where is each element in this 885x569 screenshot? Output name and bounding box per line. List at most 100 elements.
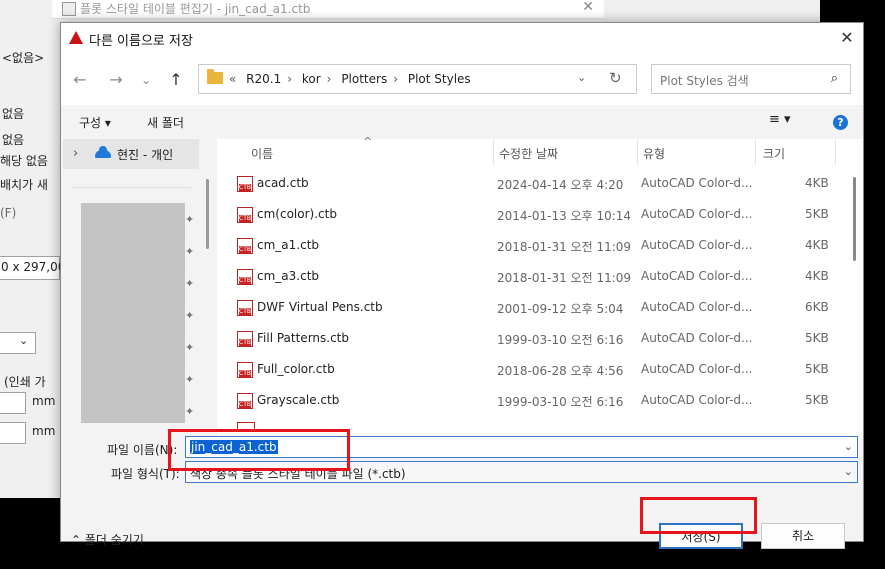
pin-icon[interactable]: ✦: [185, 341, 194, 354]
breadcrumb-item[interactable]: kor: [302, 72, 321, 86]
hide-folders-button[interactable]: ⌃ 폴더 숨기기: [71, 531, 144, 548]
onedrive-icon: [95, 146, 111, 158]
pin-icon[interactable]: ✦: [185, 213, 194, 226]
ctb-file-icon: [237, 362, 253, 378]
pin-icon[interactable]: ✦: [185, 309, 194, 322]
file-modified: 2018-01-31 오전 11:09: [497, 240, 632, 254]
organize-button[interactable]: 구성 ▾: [79, 114, 111, 131]
filetype-value: 색상 종속 플롯 스타일 테이블 파일 (*.ctb): [190, 467, 406, 481]
close-button[interactable]: ✕: [835, 26, 859, 50]
ctb-file-icon: [237, 207, 253, 223]
file-name: Grayscale.ctb: [257, 393, 340, 407]
dialog-title: 다른 이름으로 저장: [89, 34, 193, 49]
view-options-button[interactable]: ≡ ▾: [769, 112, 791, 127]
pin-icon[interactable]: ✦: [185, 277, 194, 290]
file-list: 이름 ^ 수정한 날짜 유형 크기 acad.ctb 2024-04-14 오후…: [217, 135, 863, 439]
bg-text: (F): [0, 206, 17, 220]
pin-icon[interactable]: ✦: [185, 245, 194, 258]
expand-icon[interactable]: ›: [73, 146, 78, 161]
bg-field[interactable]: [0, 422, 26, 444]
file-name: DWF Virtual Pens.ctb: [257, 300, 383, 314]
file-row[interactable]: cm_a1.ctb 2018-01-31 오전 11:09 AutoCAD Co…: [217, 231, 837, 262]
bg-text: 배치가 새: [0, 178, 48, 192]
nav-item-onedrive[interactable]: › 현진 - 개인: [63, 139, 199, 169]
breadcrumb-item[interactable]: Plotters: [341, 72, 387, 86]
file-row[interactable]: DWF Virtual Pens.ctb 2001-09-12 오후 5:04 …: [217, 293, 837, 324]
search-icon[interactable]: ⌕: [831, 71, 838, 86]
address-dropdown-button[interactable]: ⌄: [577, 71, 586, 84]
search-input[interactable]: Plot Styles 검색 ⌕: [651, 64, 851, 94]
file-size: 4KB: [805, 176, 829, 190]
column-header-modified[interactable]: 수정한 날짜: [499, 145, 558, 162]
file-row[interactable]: cm(color).ctb 2014-01-13 오후 10:14 AutoCA…: [217, 200, 837, 231]
nav-scrollbar[interactable]: [206, 179, 209, 249]
pin-icon[interactable]: ✦: [185, 373, 194, 386]
refresh-button[interactable]: ↻: [609, 69, 622, 87]
file-row[interactable]: Grayscale.ctb 1999-03-10 오전 6:16 AutoCAD…: [217, 386, 837, 417]
forward-button[interactable]: →: [105, 69, 127, 91]
file-size: 4KB: [805, 238, 829, 252]
bg-dropdown[interactable]: ⌄: [0, 332, 36, 354]
file-row[interactable]: cm_a3.ctb 2018-01-31 오전 11:09 AutoCAD Co…: [217, 262, 837, 293]
bg-text: 해당 없음: [0, 154, 48, 168]
back-button[interactable]: ←: [69, 69, 91, 91]
ctb-file-icon: [237, 331, 253, 347]
nav-item-label: 현진 - 개인: [117, 148, 174, 162]
file-name: cm(color).ctb: [257, 207, 337, 221]
file-row[interactable]: Fill Patterns.ctb 1999-03-10 오전 6:16 Aut…: [217, 324, 837, 355]
breadcrumb-overflow[interactable]: «: [229, 72, 236, 86]
background-window-titlebar: 플롯 스타일 테이블 편집기 - jin_cad_a1.ctb ✕: [52, 0, 604, 19]
up-button[interactable]: ↑: [165, 69, 187, 91]
save-button[interactable]: 저장(S): [659, 523, 743, 549]
file-size: 5KB: [805, 362, 829, 376]
chevron-down-icon[interactable]: ⌄: [844, 465, 853, 478]
ctb-file-icon: [237, 176, 253, 192]
file-type: AutoCAD Color-d...: [641, 362, 753, 376]
ctb-file-icon: [237, 422, 255, 429]
breadcrumb-separator-icon: ›: [326, 72, 332, 86]
file-name: cm_a3.ctb: [257, 269, 320, 283]
filename-label: 파일 이름(N):: [107, 443, 178, 457]
chevron-down-icon[interactable]: ⌄: [844, 440, 853, 453]
bg-field[interactable]: [0, 392, 26, 414]
file-modified: 1999-03-10 오전 6:16: [497, 395, 624, 409]
file-size: 6KB: [805, 300, 829, 314]
column-header-name[interactable]: 이름: [251, 145, 273, 162]
bg-field[interactable]: 0 x 297,00: [0, 256, 65, 280]
column-header-type[interactable]: 유형: [643, 145, 665, 162]
file-row[interactable]: acad.ctb 2024-04-14 오후 4:20 AutoCAD Colo…: [217, 169, 837, 200]
file-name: Full_color.ctb: [257, 362, 335, 376]
divider: [637, 139, 638, 165]
filename-value[interactable]: jin_cad_a1.ctb: [190, 440, 278, 454]
file-modified: 1999-03-10 오전 6:16: [497, 333, 624, 347]
divider: [493, 139, 494, 165]
filename-field[interactable]: jin_cad_a1.ctb ⌄: [185, 436, 858, 458]
file-type: AutoCAD Color-d...: [641, 331, 753, 345]
autocad-icon: [69, 31, 83, 44]
recent-locations-button[interactable]: ⌄: [135, 69, 157, 91]
breadcrumb-separator-icon: ›: [393, 72, 399, 86]
help-icon[interactable]: ?: [833, 115, 848, 130]
navigation-bar: ← → ⌄ ↑ « R20.1 › kor › Plotters › Plot Sty…: [61, 53, 863, 105]
filetype-dropdown[interactable]: 색상 종속 플롯 스타일 테이블 파일 (*.ctb) ⌄: [185, 461, 858, 483]
bg-unit: mm: [32, 394, 56, 408]
address-bar[interactable]: « R20.1 › kor › Plotters › Plot Styles ⌄ ↻: [198, 64, 637, 94]
navigation-pane: › 현진 - 개인 ✦ ✦ ✦ ✦ ✦ ✦ ✦: [61, 139, 217, 439]
breadcrumb-item[interactable]: R20.1: [246, 72, 281, 86]
pin-icon[interactable]: ✦: [185, 405, 194, 418]
bg-text: 0 x 297,00: [1, 260, 66, 274]
file-list-scrollbar[interactable]: [853, 177, 856, 261]
close-icon[interactable]: ✕: [582, 0, 594, 15]
redacted-quick-access: [81, 203, 185, 423]
background-window-title: 플롯 스타일 테이블 편집기 - jin_cad_a1.ctb: [80, 2, 311, 16]
command-bar: 구성 ▾ 새 폴더 ≡ ▾ ?: [61, 105, 863, 139]
file-modified: 2018-01-31 오전 11:09: [497, 271, 632, 285]
breadcrumb-item[interactable]: Plot Styles: [408, 72, 471, 86]
cancel-button[interactable]: 취소: [761, 523, 845, 549]
new-folder-button[interactable]: 새 폴더: [147, 114, 184, 131]
column-header-size[interactable]: 크기: [763, 145, 785, 162]
file-row[interactable]: Full_color.ctb 2018-06-28 오후 4:56 AutoCA…: [217, 355, 837, 386]
ctb-file-icon: [237, 238, 253, 254]
filetype-label: 파일 형식(T):: [111, 467, 180, 481]
save-as-dialog: 다른 이름으로 저장 ✕ ← → ⌄ ↑ « R20.1 › kor › Plott…: [60, 22, 864, 549]
